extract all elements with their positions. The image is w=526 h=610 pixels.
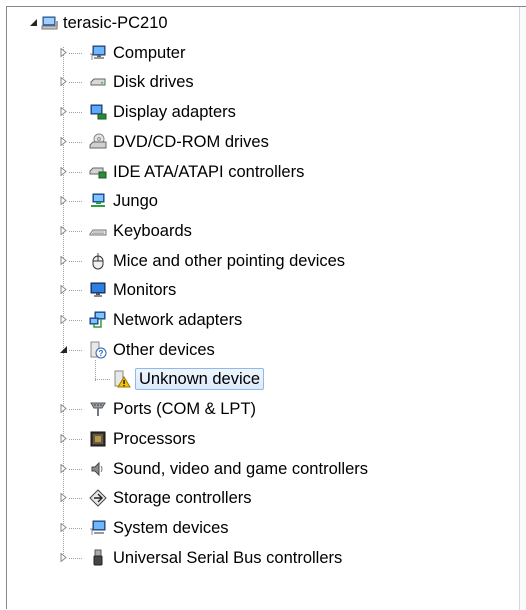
expand-arrow-icon[interactable] [59,196,68,206]
expand-arrow-icon[interactable] [59,285,68,295]
tree-connector [69,82,83,84]
tree-connector [69,349,83,351]
tree-node-mice-and-other-pointing-devices-label: Mice and other pointing devices [113,251,346,270]
tree-connector [95,359,96,382]
expand-arrow-icon[interactable] [59,225,68,235]
tree-node-universal-serial-bus-controllers-label: Universal Serial Bus controllers [113,548,343,567]
other-devices-icon: ? [89,341,107,359]
svg-text:?: ? [99,349,104,358]
dvd-drive-icon [89,133,107,151]
tree-connector [69,409,83,411]
tree-node-disk-drives-label: Disk drives [113,73,194,92]
tree-connector [69,527,83,529]
expand-arrow-icon[interactable] [59,255,68,265]
tree-node-jungo-label: Jungo [113,192,158,211]
expand-arrow-icon[interactable] [59,522,68,532]
expand-arrow-icon[interactable] [59,77,68,87]
processor-icon [89,430,107,448]
tree-node-display-adapters-label: Display adapters [113,103,236,122]
display-adapter-icon [89,103,107,121]
storage-controller-icon [89,489,107,507]
disk-drive-icon [89,73,107,91]
device-tree-panel: terasic-PC210 Computer Disk drives Display … [6,6,526,610]
expand-arrow-icon[interactable] [59,463,68,473]
tree-node-network-adapters-label: Network adapters [113,311,243,329]
tree-connector [69,557,83,559]
collapse-arrow-icon[interactable] [29,18,38,27]
tree-connector [69,498,83,500]
expand-arrow-icon[interactable] [59,47,68,57]
unknown-device-warning-icon [113,370,131,388]
tree-node-ports-com-lpt-label: Ports (COM & LPT) [113,400,257,419]
expand-arrow-icon[interactable] [59,433,68,443]
mouse-icon [89,252,107,270]
tree-connector [69,290,83,292]
tree-connector [69,201,83,203]
tree-node-keyboards-label: Keyboards [113,221,192,240]
tree-connector [69,112,83,114]
monitor-icon [89,281,107,299]
expand-arrow-icon[interactable] [59,166,68,176]
tree-connector [69,230,83,232]
expand-arrow-icon[interactable] [59,493,68,503]
tree-connector [63,47,64,558]
jungo-icon [89,192,107,210]
expand-arrow-icon[interactable] [59,552,68,562]
tree-connector [69,468,83,470]
tree-connector [69,171,83,173]
tree-node-ide-ata-atapi-controllers-label: IDE ATA/ATAPI controllers [113,162,305,181]
system-devices-icon [89,519,107,537]
computer-network-icon [41,14,59,32]
keyboard-icon [89,222,107,240]
tree-node-other-devices-label: Other devices [113,340,215,359]
tree-node-system-devices-label: System devices [113,518,229,537]
tree-node-storage-controllers-label: Storage controllers [113,489,252,508]
port-icon [89,400,107,418]
tree-node-sound-video-and-game-controllers-label: Sound, video and game controllers [113,459,368,478]
tree-connector [69,52,83,54]
computer-icon [89,44,107,62]
ide-controller-icon [89,163,107,181]
tree-node-processors-label: Processors [113,429,196,448]
collapse-arrow-icon[interactable] [59,345,68,354]
speaker-icon [89,460,107,478]
expand-arrow-icon[interactable] [59,404,68,414]
tree-connector [69,320,83,321]
tree-connector [69,141,83,143]
tree-node-monitors-label: Monitors [113,281,177,300]
network-adapter-icon [89,311,107,329]
expand-arrow-icon[interactable] [59,107,68,117]
tree-node-unknown-device-label: Unknown device [135,368,265,391]
tree-connector [69,438,83,440]
tree-node-root-label: terasic-PC210 [63,14,168,32]
expand-arrow-icon[interactable] [59,315,68,324]
vertical-scrollbar[interactable] [519,7,526,610]
expand-arrow-icon[interactable] [59,136,68,146]
tree-node-dvd-cd-rom-drives-label: DVD/CD-ROM drives [113,132,269,151]
usb-icon [89,549,107,567]
tree-node-computer-label: Computer [113,43,186,62]
tree-connector [95,379,111,381]
tree-connector [69,260,83,262]
